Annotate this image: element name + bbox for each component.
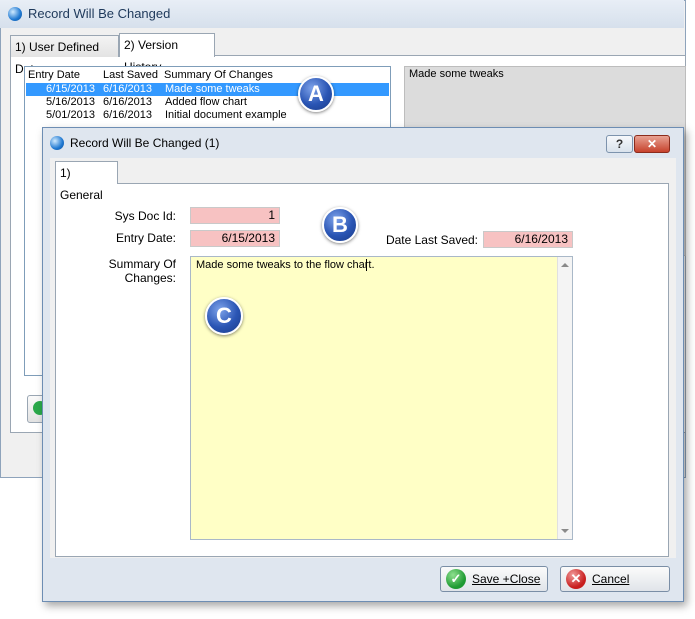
tab-version-history[interactable]: 2) Version History — [119, 33, 215, 74]
date-last-saved-field[interactable]: 6/16/2013 — [483, 231, 573, 248]
list-item[interactable]: 5/01/2013 6/16/2013 Initial document exa… — [26, 109, 389, 122]
last-saved-cell: 6/16/2013 — [103, 109, 152, 121]
column-header-entry-date[interactable]: Entry Date — [28, 69, 80, 81]
summary-text: Made some tweaks to the flow chart. — [196, 259, 375, 271]
date-last-saved-label: Date Last Saved: — [385, 233, 478, 247]
summary-detail-text: Made some tweaks — [409, 68, 504, 80]
column-header-last-saved[interactable]: Last Saved — [103, 69, 158, 81]
scroll-down-icon[interactable] — [561, 529, 569, 533]
close-button[interactable]: ✕ — [634, 135, 670, 153]
entry-date-cell: 5/01/2013 — [46, 109, 95, 121]
entry-date-cell: 5/16/2013 — [46, 96, 95, 108]
callout-c: C — [205, 297, 243, 335]
save-close-button[interactable]: ✓ Save +Close — [440, 566, 548, 592]
summary-textarea[interactable] — [190, 256, 573, 540]
scroll-up-icon[interactable] — [561, 263, 569, 267]
summary-cell: Added flow chart — [165, 96, 247, 108]
cancel-x-icon: ✕ — [566, 569, 586, 589]
list-item[interactable]: 5/16/2013 6/16/2013 Added flow chart — [26, 96, 389, 109]
checkmark-icon: ✓ — [446, 569, 466, 589]
save-close-label: Save +Close — [472, 572, 541, 586]
dialog-title: Record Will Be Changed (1) — [70, 136, 220, 150]
summary-scrollbar[interactable] — [557, 257, 572, 539]
tab-general[interactable]: 1) General — [55, 161, 118, 202]
summary-label: Summary Of Changes: — [108, 257, 176, 285]
last-saved-cell: 6/16/2013 — [103, 83, 152, 95]
last-saved-cell: 6/16/2013 — [103, 96, 152, 108]
sys-doc-id-field[interactable]: 1 — [190, 207, 280, 224]
text-caret — [366, 259, 367, 271]
summary-cell: Initial document example — [165, 109, 287, 121]
summary-cell: Made some tweaks — [165, 83, 260, 95]
entry-date-field[interactable]: 6/15/2013 — [190, 230, 280, 247]
help-button[interactable]: ? — [606, 135, 633, 153]
app-globe-icon — [50, 136, 64, 150]
sys-doc-id-label: Sys Doc Id: — [114, 209, 176, 223]
background-window-title: Record Will Be Changed — [28, 6, 171, 21]
callout-a: A — [298, 76, 334, 112]
entry-date-cell: 6/15/2013 — [46, 83, 95, 95]
entry-date-label: Entry Date: — [115, 231, 176, 245]
tab-user-defined-data[interactable]: 1) User Defined Data — [10, 35, 119, 76]
column-header-summary[interactable]: Summary Of Changes — [164, 69, 273, 81]
callout-b: B — [322, 207, 358, 243]
cancel-button[interactable]: ✕ Cancel — [560, 566, 670, 592]
app-globe-icon — [8, 7, 22, 21]
background-window-titlebar: Record Will Be Changed — [0, 0, 684, 28]
cancel-label: Cancel — [592, 572, 630, 586]
list-item[interactable]: 6/15/2013 6/16/2013 Made some tweaks — [26, 83, 389, 96]
